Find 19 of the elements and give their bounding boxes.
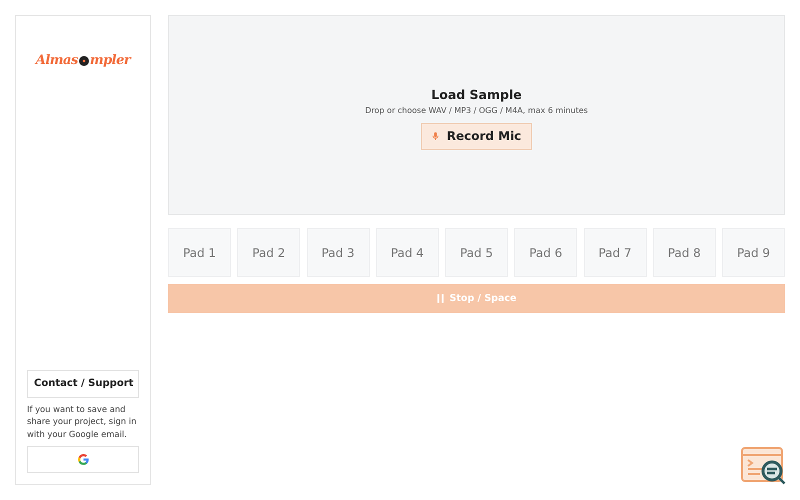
pause-icon [436,294,444,303]
drop-zone-title: Load Sample [431,86,522,102]
pad-button[interactable]: Pad 4 [376,228,439,277]
pad-button[interactable]: Pad 1 [168,228,231,277]
record-mic-button[interactable]: Record Mic [420,122,532,150]
pad-button[interactable]: Pad 5 [445,228,508,277]
pad-button[interactable]: Pad 3 [306,228,370,277]
sign-in-note: If you want to save and share your project, sign in with your Google email. [27,402,138,440]
pad-button[interactable]: Pad 6 [514,228,578,277]
microphone-icon [432,132,439,140]
pad-button[interactable]: Pad 9 [722,228,785,277]
pad-button[interactable]: Pad 2 [237,228,300,277]
contact-button[interactable]: Contact / Support [27,370,139,398]
pad-button[interactable]: Pad 7 [584,228,646,277]
google-icon [76,453,90,466]
pad-button[interactable]: Pad 8 [652,228,716,277]
drop-zone[interactable]: Load Sample Drop or choose WAV / MP3 / OGG / M4A, max 6 minutes Record Mic [168,15,785,215]
drop-zone-hint: Drop or choose WAV / MP3 / OGG / M4A, max 6 minutes [365,106,588,114]
logo[interactable]: Almas mpler [36,53,130,68]
